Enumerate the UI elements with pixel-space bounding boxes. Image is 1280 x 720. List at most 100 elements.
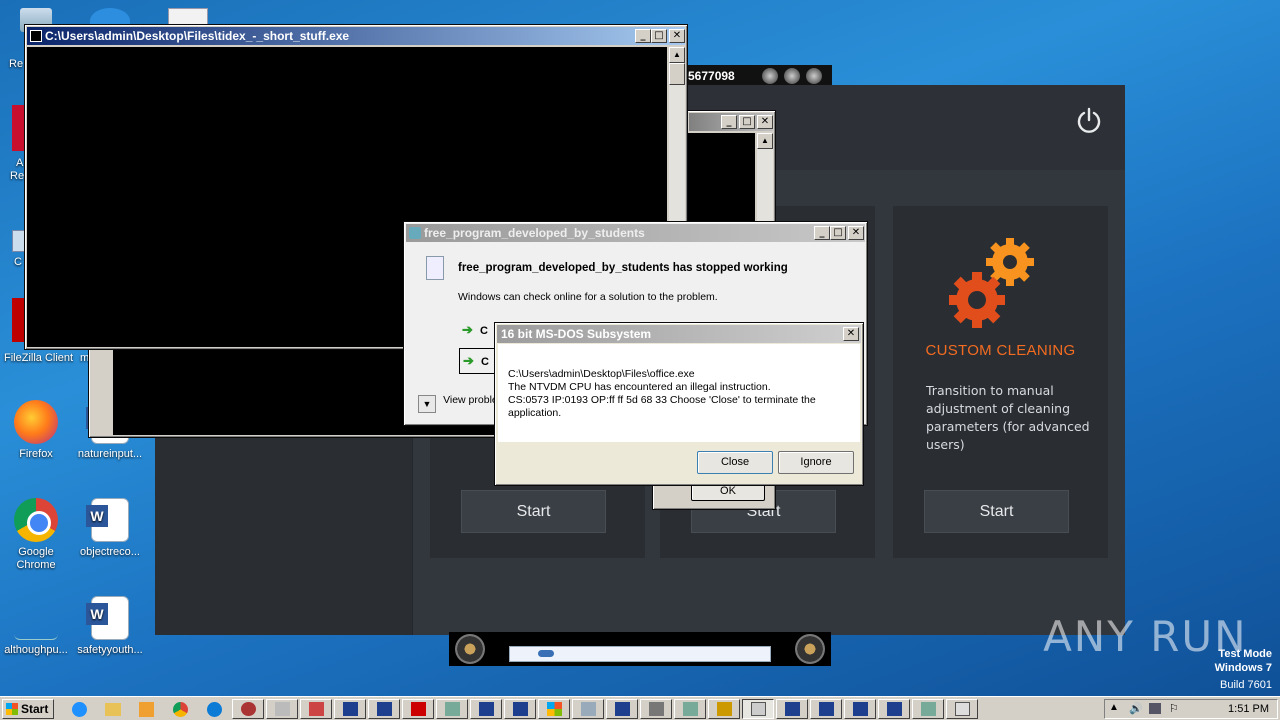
chevron-down-icon: ▼ — [418, 395, 436, 413]
green-arrow-icon: ➔ — [462, 322, 473, 337]
taskbar-item[interactable] — [640, 699, 672, 719]
app-icon — [955, 702, 970, 716]
quicklaunch-chrome-icon[interactable] — [173, 702, 188, 717]
taskbar-item[interactable] — [402, 699, 434, 719]
watermark-brand: ANY RUN — [1043, 612, 1248, 661]
minimize-button[interactable]: _ — [814, 226, 830, 240]
desktop-icon-label: objectreco... — [80, 546, 140, 558]
media-knob-icon[interactable] — [762, 68, 778, 84]
start-button[interactable]: Start — [461, 490, 606, 533]
taskbar-item[interactable] — [912, 699, 944, 719]
tray-expand-icon[interactable]: ▲ — [1109, 702, 1119, 713]
taskbar-item[interactable] — [470, 699, 502, 719]
taskbar-item[interactable] — [232, 699, 264, 719]
taskbar-item[interactable] — [708, 699, 740, 719]
quicklaunch-explorer-icon[interactable] — [105, 703, 121, 716]
console-icon — [819, 702, 834, 716]
view-problem-label: View proble — [443, 394, 498, 406]
flag-icon[interactable]: ⚐ — [1169, 702, 1179, 715]
media-seek-bar[interactable] — [509, 646, 771, 662]
maximize-button[interactable]: □ — [739, 115, 755, 129]
media-knob-icon[interactable] — [806, 68, 822, 84]
taskbar-item[interactable] — [572, 699, 604, 719]
desktop-icon-label: althoughpu... — [4, 644, 68, 656]
taskbar-item[interactable] — [436, 699, 468, 719]
taskbar-item[interactable] — [674, 699, 706, 719]
system-tray: ▲ 🔊 ⚐ 1:51 PM — [1104, 699, 1278, 719]
scroll-thumb[interactable] — [669, 63, 685, 85]
desktop-icon-althoughpu[interactable]: althoughpu... — [0, 596, 72, 657]
close-dialog-button[interactable]: Close — [697, 451, 773, 474]
maximize-button[interactable]: □ — [830, 226, 846, 240]
app-icon — [241, 702, 256, 716]
desktop-icon-objectreco[interactable]: objectreco... — [74, 498, 146, 559]
volume-icon[interactable]: 🔊 — [1129, 702, 1143, 715]
word-document-icon — [86, 498, 129, 542]
taskbar-item[interactable] — [844, 699, 876, 719]
media-seek-handle[interactable] — [538, 650, 554, 657]
taskbar-item[interactable] — [504, 699, 536, 719]
title-bar[interactable]: C:\Users\admin\Desktop\Files\tidex_-_sho… — [27, 27, 685, 45]
taskbar-item[interactable] — [946, 699, 978, 719]
taskbar-item[interactable] — [606, 699, 638, 719]
taskbar-item[interactable] — [538, 699, 570, 719]
media-knob-icon[interactable] — [784, 68, 800, 84]
app-icon — [445, 702, 460, 716]
console-icon — [343, 702, 358, 716]
minimize-button[interactable]: _ — [721, 115, 737, 129]
taskbar-item[interactable] — [266, 699, 298, 719]
media-player-bottom-strip — [449, 632, 831, 666]
maximize-button[interactable]: □ — [651, 29, 667, 43]
network-icon[interactable] — [1149, 703, 1161, 714]
taskbar-item[interactable] — [878, 699, 910, 719]
taskbar-item[interactable] — [810, 699, 842, 719]
scroll-up-arrow[interactable]: ▲ — [669, 47, 685, 63]
test-mode-label: Test Mode — [1218, 648, 1272, 660]
app-icon — [309, 702, 324, 716]
taskbar-item[interactable] — [334, 699, 366, 719]
console-icon — [785, 702, 800, 716]
console-icon — [513, 702, 528, 716]
option-close-program[interactable]: ➔ C — [459, 348, 499, 374]
taskbar-item[interactable] — [300, 699, 332, 719]
close-button[interactable]: ✕ — [848, 226, 864, 240]
desktop-icon-safetyyouth[interactable]: safetyyouth... — [74, 596, 146, 657]
desktop-icon-label[interactable]: FileZilla Client — [4, 352, 73, 364]
clock[interactable]: 1:51 PM — [1228, 700, 1269, 718]
close-button[interactable]: ✕ — [757, 115, 773, 129]
start-button[interactable]: Start — [924, 490, 1069, 533]
taskbar-item[interactable] — [742, 699, 774, 719]
card-description: Transition to manual adjustment of clean… — [926, 383, 1090, 452]
minimize-button[interactable]: _ — [635, 29, 651, 43]
title-bar[interactable]: 16 bit MS-DOS Subsystem — [497, 325, 861, 343]
quicklaunch-edge-icon[interactable] — [207, 702, 222, 717]
console-icon — [853, 702, 868, 716]
ignore-button[interactable]: Ignore — [778, 451, 854, 474]
title-bar[interactable]: free_program_developed_by_students — [406, 224, 865, 242]
app-icon — [649, 702, 664, 716]
option-label: C — [479, 325, 488, 337]
power-icon[interactable] — [1075, 107, 1103, 135]
desktop-partial-label: C — [14, 256, 22, 268]
view-problem-details-toggle[interactable]: ▼ View proble — [418, 394, 498, 413]
message-line: application. — [508, 407, 562, 419]
close-button[interactable]: ✕ — [843, 327, 859, 341]
close-button[interactable]: ✕ — [669, 29, 685, 43]
desktop-icon-firefox[interactable]: Firefox — [0, 400, 72, 461]
start-button[interactable]: Start — [2, 699, 54, 719]
green-arrow-icon: ➔ — [463, 353, 474, 368]
app-icon — [751, 702, 766, 716]
taskbar-item[interactable] — [776, 699, 808, 719]
scroll-up-arrow[interactable]: ▲ — [757, 133, 773, 149]
build-label: Build 7601 — [1220, 679, 1272, 691]
option-check-online[interactable]: ➔ C — [462, 322, 488, 338]
cleaning-card-custom: CUSTOM CLEANING Transition to manual adj… — [893, 206, 1108, 558]
quicklaunch-media-icon[interactable] — [139, 702, 154, 717]
desktop-partial-label: Re — [9, 58, 24, 70]
taskbar-item[interactable] — [368, 699, 400, 719]
dialog-message-area: C:\Users\admin\Desktop\Files\office.exe … — [498, 344, 860, 442]
program-icon — [409, 227, 421, 239]
quicklaunch-ie-icon[interactable] — [72, 702, 87, 717]
desktop-icon-chrome[interactable]: Google Chrome — [0, 498, 72, 572]
speaker-icon — [455, 634, 485, 664]
